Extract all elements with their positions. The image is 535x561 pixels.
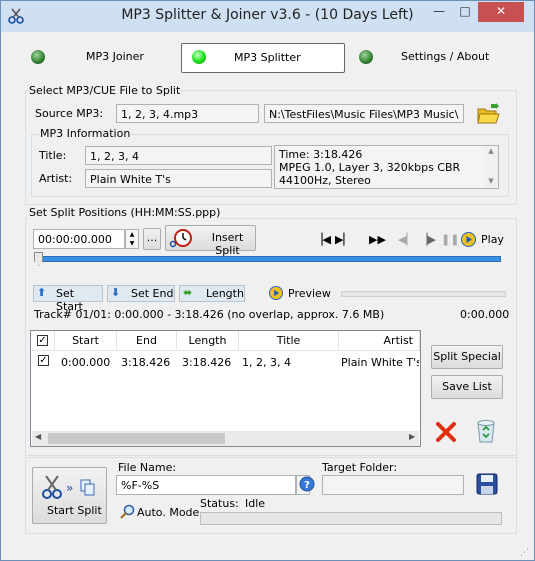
- led-on-icon: [192, 50, 206, 64]
- play-icon[interactable]: [461, 232, 476, 247]
- arrow-down-icon: ⬇: [111, 286, 121, 299]
- split-group-legend: Set Split Positions (HH:MM:SS.ppp): [28, 206, 222, 219]
- magnifier-icon: [120, 504, 135, 519]
- info-line: 44100Hz, Stereo: [279, 174, 371, 187]
- mp3-info-legend: MP3 Information: [39, 127, 132, 140]
- source-group-legend: Select MP3/CUE File to Split: [28, 84, 182, 97]
- artist-label: Artist:: [39, 172, 73, 185]
- source-label: Source MP3:: [35, 107, 104, 120]
- target-folder-input[interactable]: [322, 475, 464, 495]
- artist-field[interactable]: Plain White T's: [85, 169, 272, 188]
- position-slider-track[interactable]: [35, 256, 501, 262]
- info-line: Time: 3:18.426: [279, 148, 363, 161]
- save-disk-icon[interactable]: [475, 472, 499, 496]
- track-time-text: 0:00.000: [460, 308, 510, 321]
- column-header[interactable]: Length: [177, 331, 239, 351]
- recycle-bin-icon[interactable]: [473, 416, 499, 444]
- title-bar: MP3 Splitter & Joiner v3.6 - (10 Days Le…: [1, 1, 534, 32]
- svg-text:»: »: [66, 481, 73, 495]
- double-arrow-icon: ⬌: [183, 286, 193, 299]
- play-label[interactable]: Play: [481, 233, 504, 246]
- length-button[interactable]: ⬌ Length: [179, 285, 245, 302]
- column-header[interactable]: Title: [239, 331, 339, 351]
- preview-play-icon[interactable]: [269, 286, 283, 300]
- auto-mode-toggle[interactable]: Auto. Mode: [137, 506, 199, 519]
- cell-artist: Plain White T's: [341, 356, 419, 369]
- cell-title: 1, 2, 3, 4: [242, 356, 291, 369]
- app-window: MP3 Splitter & Joiner v3.6 - (10 Days Le…: [0, 0, 535, 561]
- row-checkbox[interactable]: ✓: [38, 355, 49, 366]
- info-line: MPEG 1.0, Layer 3, 320kbps CBR: [279, 161, 461, 174]
- file-name-label: File Name:: [118, 461, 177, 474]
- mode-tabs: MP3 Joiner MP3 Splitter Settings / About: [21, 41, 516, 73]
- length-label: Length: [206, 287, 244, 300]
- pause-icon[interactable]: ❚❚: [441, 233, 459, 246]
- table-row[interactable]: ✓ 0:00.000 3:18.426 3:18.426 1, 2, 3, 4 …: [31, 352, 420, 372]
- tab-mp3-splitter[interactable]: MP3 Splitter: [181, 43, 345, 73]
- tab-mp3-joiner[interactable]: MP3 Joiner: [21, 43, 171, 71]
- start-split-button[interactable]: » Start Split: [32, 467, 107, 524]
- split-special-button[interactable]: Split Special: [431, 345, 503, 369]
- arrow-up-icon: ⬆: [37, 286, 47, 299]
- target-folder-label: Target Folder:: [322, 461, 398, 474]
- save-list-button[interactable]: Save List: [431, 375, 503, 399]
- set-start-button[interactable]: ⬆ Set Start: [33, 285, 103, 313]
- select-all-checkbox[interactable]: ✓: [37, 335, 48, 346]
- file-name-input[interactable]: %F-%S: [116, 475, 296, 495]
- step-back-icon[interactable]: ◀▏: [398, 233, 415, 246]
- status-value: Idle: [245, 497, 266, 510]
- position-input[interactable]: 00:00:00.000: [33, 229, 125, 249]
- table-horizontal-scrollbar[interactable]: ◀ ▶: [32, 431, 419, 446]
- skip-forward-icon[interactable]: ▶▏: [335, 233, 352, 246]
- column-header[interactable]: Start: [55, 331, 117, 351]
- tab-label: MP3 Joiner: [86, 50, 144, 63]
- mp3-info-text: Time: 3:18.426 MPEG 1.0, Layer 3, 320kbp…: [274, 145, 499, 189]
- scroll-left-icon[interactable]: ◀: [35, 432, 41, 441]
- cell-end: 3:18.426: [121, 356, 171, 369]
- source-path-field[interactable]: N:\TestFiles\Music Files\MP3 Music\: [264, 104, 464, 123]
- svg-text:?: ?: [304, 480, 310, 491]
- skip-back-icon[interactable]: ▕◀: [314, 233, 331, 246]
- set-end-button[interactable]: ⬇ Set End: [107, 285, 175, 302]
- close-button[interactable]: ✕: [478, 2, 524, 22]
- start-split-label: Start Split: [47, 504, 102, 517]
- browse-button[interactable]: ...: [143, 228, 161, 250]
- scroll-right-icon[interactable]: ▶: [409, 432, 415, 441]
- fast-forward-icon[interactable]: ▶▶: [369, 233, 386, 246]
- title-label: Title:: [39, 149, 67, 162]
- help-icon[interactable]: ?: [299, 476, 315, 492]
- tab-label: Settings / About: [401, 50, 490, 63]
- cell-start: 0:00.000: [61, 356, 111, 369]
- scrollbar-thumb[interactable]: [48, 433, 225, 444]
- led-off-icon: [359, 50, 373, 64]
- header-select-all[interactable]: ✓: [31, 331, 55, 351]
- source-file-field[interactable]: 1, 2, 3, 4.mp3: [116, 104, 259, 123]
- preview-label[interactable]: Preview: [288, 287, 331, 300]
- set-end-label: Set End: [131, 287, 174, 300]
- tab-label: MP3 Splitter: [234, 51, 301, 64]
- column-header[interactable]: End: [117, 331, 177, 351]
- open-folder-icon[interactable]: [475, 101, 501, 127]
- insert-split-label: Insert Split: [211, 231, 244, 257]
- title-field[interactable]: 1, 2, 3, 4: [85, 146, 272, 165]
- maximize-button[interactable]: □: [452, 2, 478, 22]
- status-label: Status:: [200, 497, 239, 510]
- position-spinner[interactable]: ▲ ▼: [125, 229, 139, 249]
- insert-split-button[interactable]: Insert Split: [165, 225, 256, 257]
- progress-bar: [200, 512, 502, 525]
- tab-settings-about[interactable]: Settings / About: [351, 43, 516, 71]
- column-header[interactable]: Artist: [339, 331, 420, 351]
- split-files-icon: »: [42, 475, 95, 499]
- minimize-button[interactable]: —: [426, 2, 452, 22]
- preview-slider[interactable]: [341, 291, 506, 297]
- clock-scissors-icon: [169, 229, 192, 248]
- split-list-table: ✓ Start End Length Title Artist ✓ 0:00.0…: [30, 330, 421, 447]
- cell-length: 3:18.426: [182, 356, 232, 369]
- resize-grip-icon[interactable]: ⋰: [520, 548, 529, 558]
- info-scrollbar[interactable]: ▲ ▼: [484, 146, 498, 188]
- led-off-icon: [31, 50, 45, 64]
- delete-icon[interactable]: [434, 420, 458, 444]
- step-forward-icon[interactable]: ▕▶: [419, 233, 436, 246]
- track-info-text: Track# 01/01: 0:00.000 - 3:18.426 (no ov…: [34, 308, 385, 321]
